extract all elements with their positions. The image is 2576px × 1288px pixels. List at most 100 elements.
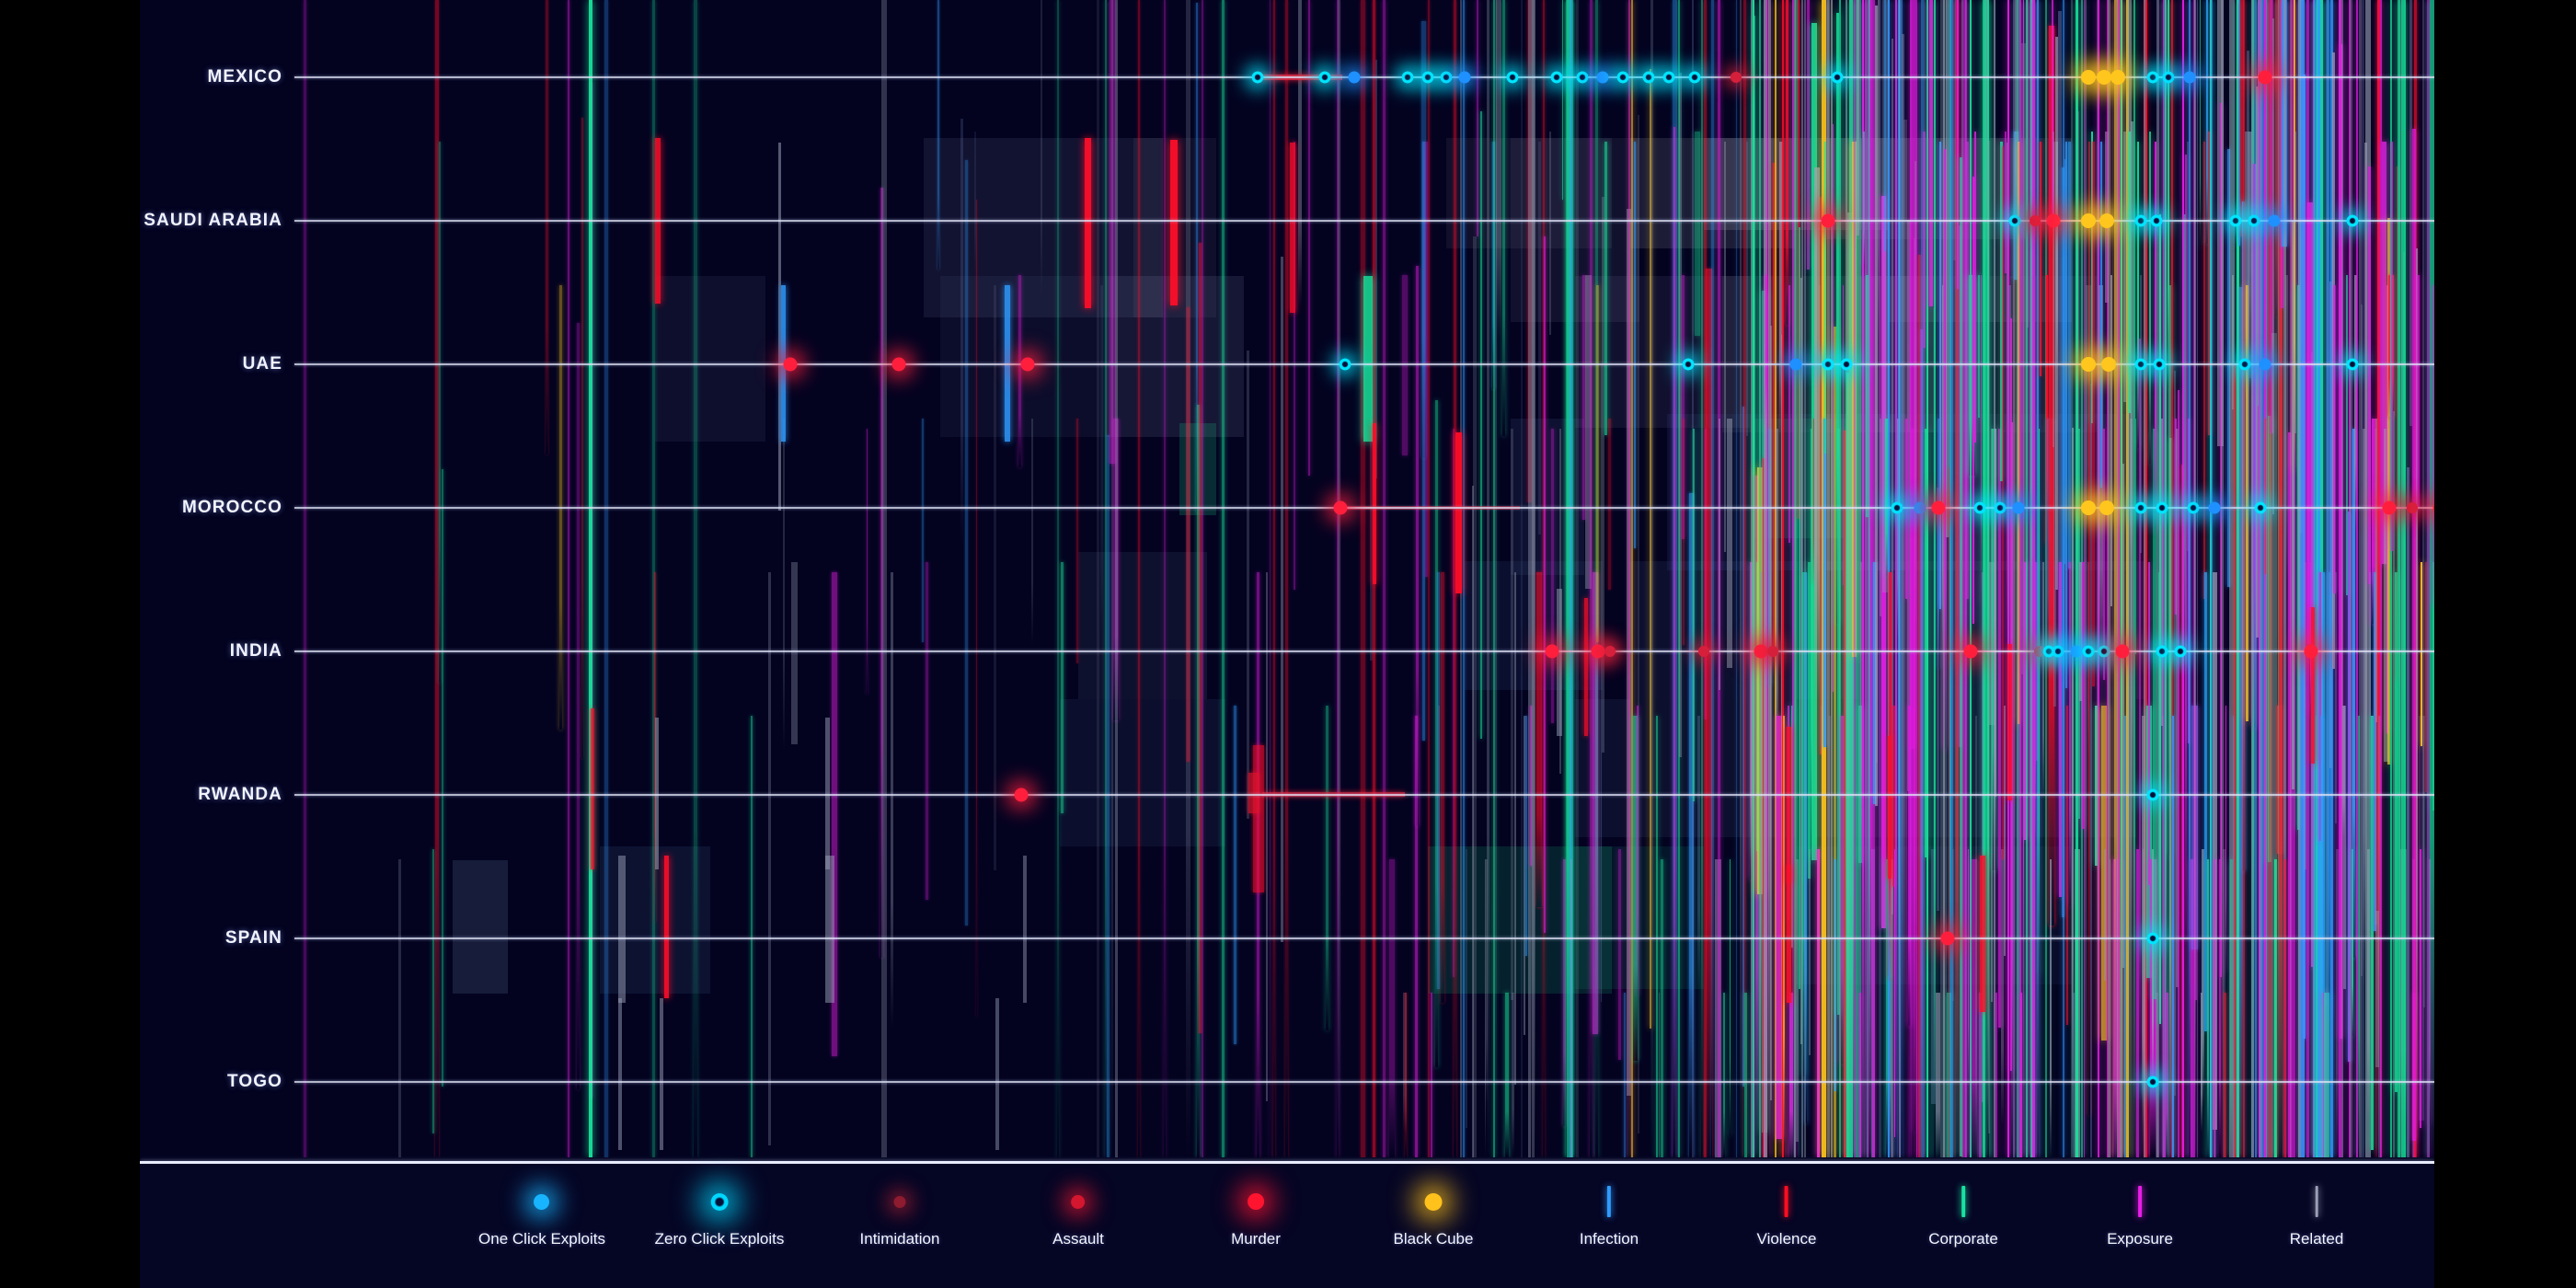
legend-marker xyxy=(1247,1180,1264,1223)
gridline-spain xyxy=(294,937,2434,939)
event-bar xyxy=(2407,466,2409,1157)
event-bar xyxy=(1683,419,1685,646)
event-dot xyxy=(1682,358,1695,371)
event-bar xyxy=(1570,859,1573,1157)
event-bar xyxy=(1253,745,1264,892)
legend-marker xyxy=(1424,1180,1443,1223)
event-bar xyxy=(1995,993,1998,1157)
event-dot xyxy=(2046,213,2061,228)
chart-stage: MEXICO SAUDI ARABIA UAE MOROCCO INDIA RWANDA S… xyxy=(140,0,2434,1288)
event-bar xyxy=(2375,911,2379,1067)
event-dot xyxy=(2082,645,2095,658)
legend-item-infection[interactable]: Infection xyxy=(1580,1164,1639,1248)
event-bar xyxy=(1525,716,1528,956)
legend-marker xyxy=(710,1180,729,1223)
event-bar xyxy=(2302,74,2306,1040)
event-dot xyxy=(1994,501,2007,514)
legend-label: One Click Exploits xyxy=(478,1230,605,1248)
event-dot xyxy=(2070,645,2083,658)
event-bar xyxy=(1404,993,1407,1157)
legend-label: Violence xyxy=(1756,1230,1817,1248)
event-bar xyxy=(581,117,583,760)
legend-marker-line xyxy=(1606,1186,1611,1217)
event-bar xyxy=(1480,110,1483,740)
event-bar xyxy=(1269,0,1271,1157)
legend-label: Intimidation xyxy=(859,1230,940,1248)
event-bar xyxy=(1383,0,1386,1157)
event-bar xyxy=(604,0,608,1157)
event-dot xyxy=(2407,502,2418,513)
event-bar xyxy=(2020,993,2022,1157)
legend-item-one-click-exploits[interactable]: One Click Exploits xyxy=(478,1164,605,1248)
legend-item-violence[interactable]: Violence xyxy=(1756,1164,1817,1248)
legend-label: Assault xyxy=(1052,1230,1104,1248)
event-dot xyxy=(1020,357,1035,372)
legend-item-assault[interactable]: Assault xyxy=(1052,1164,1104,1248)
event-bar xyxy=(2224,993,2226,1157)
legend-label: Black Cube xyxy=(1393,1230,1474,1248)
event-bar xyxy=(2038,429,2041,974)
event-dot xyxy=(2099,213,2114,228)
event-bar xyxy=(995,998,999,1150)
event-bar xyxy=(1915,0,1918,1157)
event-bar xyxy=(2066,706,2069,1025)
event-bar xyxy=(1788,285,1791,544)
legend-item-exposure[interactable]: Exposure xyxy=(2107,1164,2173,1248)
event-bar xyxy=(1726,419,1733,668)
event-bar xyxy=(1557,589,1562,736)
legend-item-zero-click-exploits[interactable]: Zero Click Exploits xyxy=(655,1164,784,1248)
legend-item-related[interactable]: Related xyxy=(2290,1164,2343,1248)
legend-item-intimidation[interactable]: Intimidation xyxy=(859,1164,940,1248)
event-dot xyxy=(2146,932,2159,945)
event-dot xyxy=(2110,70,2125,85)
event-bar xyxy=(1061,562,1064,813)
legend-item-black-cube[interactable]: Black Cube xyxy=(1393,1164,1474,1248)
event-dot xyxy=(2153,358,2166,371)
event-bar xyxy=(1658,993,1661,1157)
event-bar xyxy=(2334,572,2338,824)
event-bar xyxy=(2003,706,2006,956)
event-bar xyxy=(1164,0,1167,1157)
event-bar xyxy=(1187,307,1190,763)
event-dot xyxy=(1440,71,1453,84)
event-dot xyxy=(1931,500,1946,515)
event-dot xyxy=(1591,644,1605,659)
legend-marker-line xyxy=(1961,1186,1965,1217)
legend-marker xyxy=(2315,1180,2318,1223)
event-bar xyxy=(1505,993,1510,1157)
event-dot xyxy=(2134,214,2147,227)
event-bar xyxy=(2018,0,2021,1157)
event-bar xyxy=(866,429,868,695)
event-dot xyxy=(1642,71,1655,84)
event-bar xyxy=(1114,0,1118,1157)
event-bar xyxy=(2027,0,2030,328)
legend-item-murder[interactable]: Murder xyxy=(1231,1164,1281,1248)
event-bar xyxy=(2404,0,2406,1157)
event-bar xyxy=(1374,60,1378,479)
legend-item-corporate[interactable]: Corporate xyxy=(1928,1164,1998,1248)
event-bar xyxy=(1246,351,1249,820)
event-dot xyxy=(2008,214,2021,227)
event-bar xyxy=(1980,275,1983,604)
event-block xyxy=(453,860,508,994)
event-dot xyxy=(2254,501,2267,514)
event-bar xyxy=(2273,859,2277,1157)
event-bar xyxy=(1201,0,1203,1157)
event-bar xyxy=(1608,419,1611,590)
event-dot xyxy=(2229,214,2242,227)
legend: One Click Exploits Zero Click Exploits Int… xyxy=(140,1164,2434,1288)
event-bar xyxy=(2102,429,2106,680)
visualization-root: MEXICO SAUDI ARABIA UAE MOROCCO INDIA RWANDA S… xyxy=(0,0,2576,1288)
event-bar xyxy=(1806,0,1810,270)
event-bar xyxy=(1326,706,1328,1030)
event-dot xyxy=(1576,71,1589,84)
event-bar xyxy=(1888,736,1892,879)
event-dot xyxy=(1662,71,1675,84)
event-bar xyxy=(1373,423,1376,584)
event-bar xyxy=(1100,285,1103,631)
event-bar xyxy=(1928,0,1934,307)
event-bar xyxy=(1876,562,1878,764)
event-bar xyxy=(2065,142,2067,688)
legend-marker-dot xyxy=(893,1195,906,1208)
event-dot xyxy=(2346,358,2359,371)
